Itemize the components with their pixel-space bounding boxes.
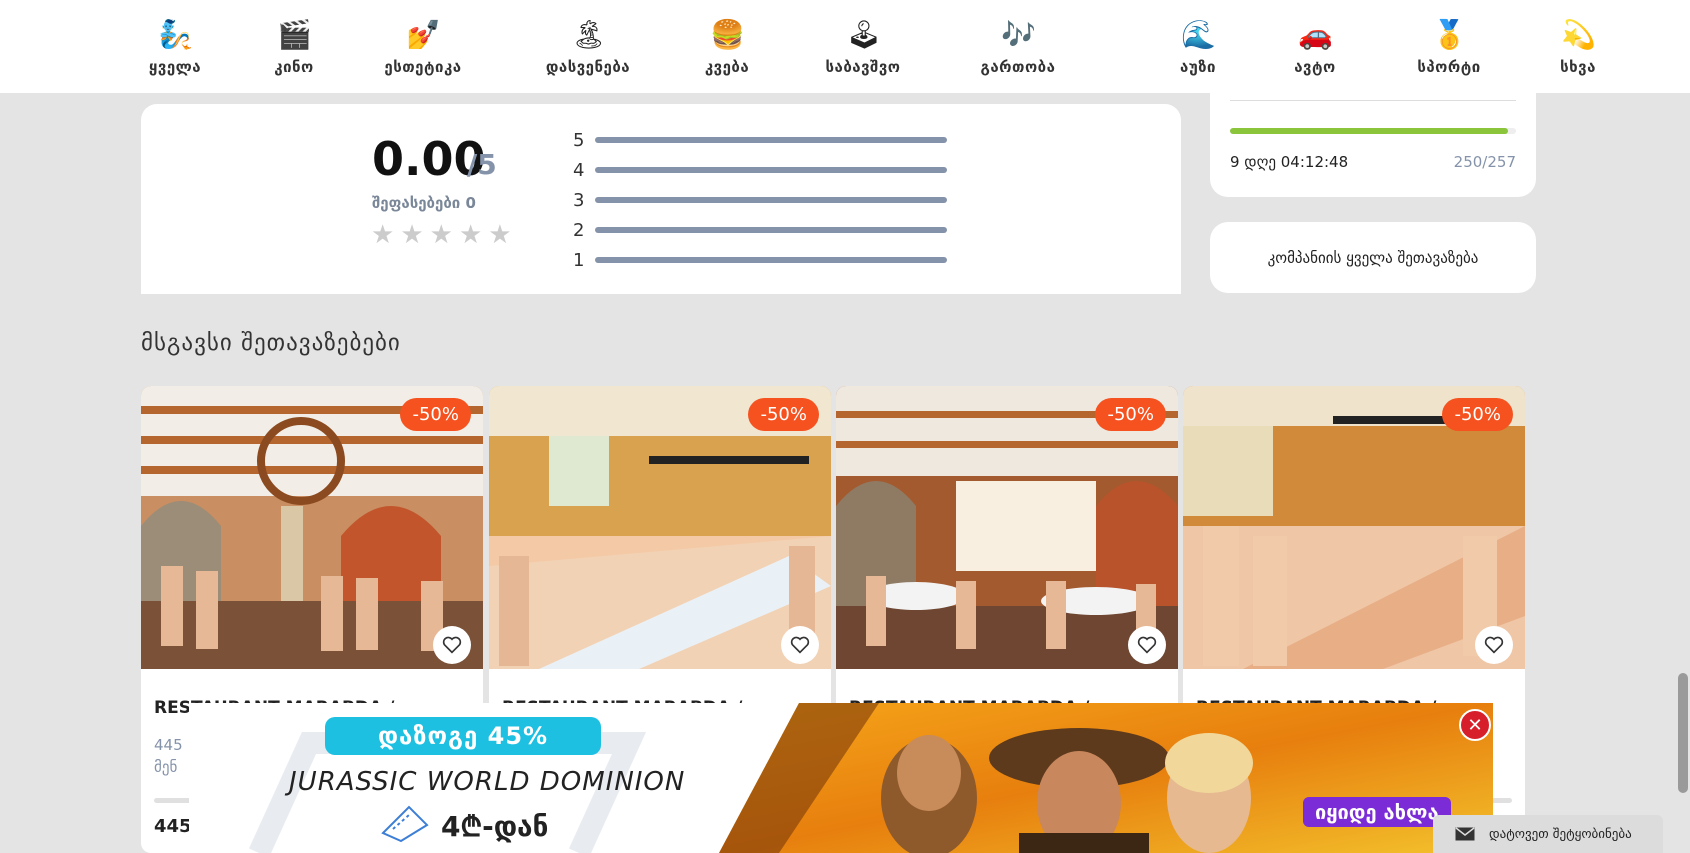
rating-max: /5 xyxy=(467,148,497,181)
music-notes-icon: 🎶 xyxy=(1001,18,1036,51)
rating-bar xyxy=(595,167,947,173)
rating-bar-row: 1 xyxy=(573,245,947,275)
favorite-heart-icon[interactable] xyxy=(1128,626,1166,664)
close-icon[interactable]: ✕ xyxy=(1459,709,1491,741)
envelope-icon xyxy=(1455,827,1475,841)
section-title: მსგავსი შეთავაზებები xyxy=(141,330,401,356)
nav-item-auto[interactable]: 🚗 ავტო xyxy=(1285,18,1345,76)
movie-title: JURASSIC WORLD DOMINION xyxy=(289,767,686,797)
nav-item-aesthetics[interactable]: 💅 ესთეტიკა xyxy=(378,18,468,76)
star-icon[interactable]: ★ xyxy=(400,222,423,248)
nav-item-label: სხვა xyxy=(1560,58,1596,76)
rating-bar xyxy=(595,137,947,143)
rating-bar-label: 2 xyxy=(573,219,585,241)
sold-progress-fill xyxy=(1230,128,1509,134)
scrollbar-thumb[interactable] xyxy=(1678,673,1688,793)
nav-item-sport[interactable]: 🥇 სპორტი xyxy=(1404,18,1494,76)
clapperboard-icon: 🎬 xyxy=(277,18,312,51)
rating-bar-row: 4 xyxy=(573,155,947,185)
rating-bar xyxy=(595,197,947,203)
page-scrollbar[interactable] xyxy=(1676,93,1690,853)
ad-price: 4₾-დან xyxy=(441,810,549,843)
star-icon[interactable]: ★ xyxy=(430,222,453,248)
nail-polish-icon: 💅 xyxy=(406,18,441,51)
movie-poster[interactable] xyxy=(719,703,1493,853)
nav-item-label: აუზი xyxy=(1180,58,1216,76)
star-icon[interactable]: ★ xyxy=(459,222,482,248)
sold-count: 250/257 xyxy=(1453,153,1516,171)
rating-bar-label: 4 xyxy=(573,159,585,181)
nav-item-label: ყველა xyxy=(148,58,202,76)
divider xyxy=(1230,100,1516,101)
discount-badge: -50% xyxy=(748,398,819,431)
nav-item-kids[interactable]: 🕹 საბავშვო xyxy=(813,18,913,76)
rating-bar-label: 1 xyxy=(573,249,585,271)
leave-message-button[interactable]: დატოვეთ შეტყობინება xyxy=(1433,815,1663,853)
rating-bar-row: 2 xyxy=(573,215,947,245)
star-icon[interactable]: ★ xyxy=(371,222,394,248)
star-rating[interactable]: ★ ★ ★ ★ ★ xyxy=(371,222,512,248)
favorite-heart-icon[interactable] xyxy=(781,626,819,664)
favorite-heart-icon[interactable] xyxy=(1475,626,1513,664)
nav-item-cinema[interactable]: 🎬 კინო xyxy=(264,18,324,76)
rating-bar-label: 5 xyxy=(573,129,585,151)
promo-banner[interactable]: დაზოგე 45% JURASSIC WORLD DOMINION 4₾-და… xyxy=(189,703,1493,853)
nav-item-label: დასვენება xyxy=(545,58,631,76)
rating-bar xyxy=(595,257,947,263)
rating-summary-card: 0.00 /5 შეფასებები 0 ★ ★ ★ ★ ★ 5 4 3 2 1 xyxy=(141,104,1181,294)
discount-badge: -50% xyxy=(400,398,471,431)
favorite-heart-icon[interactable] xyxy=(433,626,471,664)
rating-count: შეფასებები 0 xyxy=(372,194,476,212)
nav-item-vacation[interactable]: 🏝 დასვენება xyxy=(538,18,638,76)
wave-icon: 🌊 xyxy=(1181,18,1216,51)
ticket-icon xyxy=(381,805,429,843)
nav-item-food[interactable]: 🍔 კვება xyxy=(697,18,757,76)
offer-price: 445 xyxy=(154,816,192,837)
medal-icon: 🥇 xyxy=(1432,18,1467,51)
nav-item-pool[interactable]: 🌊 აუზი xyxy=(1168,18,1228,76)
discount-tag: დაზოგე 45% xyxy=(325,717,601,755)
rating-bar-row: 3 xyxy=(573,185,947,215)
nav-item-label: კინო xyxy=(274,58,314,76)
dizzy-star-icon: 💫 xyxy=(1561,18,1596,51)
nav-item-other[interactable]: 💫 სხვა xyxy=(1548,18,1608,76)
discount-badge: -50% xyxy=(1095,398,1166,431)
nav-item-label: ესთეტიკა xyxy=(384,58,462,76)
palm-island-icon: 🏝 xyxy=(571,18,607,51)
nav-item-label: გართობა xyxy=(980,58,1056,76)
rating-bar xyxy=(595,227,947,233)
star-icon[interactable]: ★ xyxy=(488,222,511,248)
burger-icon: 🍔 xyxy=(710,18,745,51)
genie-icon: 🧞 xyxy=(158,18,193,51)
offer-timer-card: 9 დღე 04:12:48 250/257 xyxy=(1210,80,1536,197)
nav-item-entertainment[interactable]: 🎶 გართობა xyxy=(968,18,1068,76)
buy-now-button[interactable]: იყიდე ახლა xyxy=(1303,797,1451,827)
nav-item-label: ავტო xyxy=(1294,58,1336,76)
nav-item-label: სპორტი xyxy=(1417,58,1481,76)
discount-badge: -50% xyxy=(1442,398,1513,431)
joystick-icon: 🕹 xyxy=(846,18,882,51)
rating-bar-row: 5 xyxy=(573,125,947,155)
nav-item-all[interactable]: 🧞 ყველა xyxy=(145,18,205,76)
nav-item-label: კვება xyxy=(704,58,750,76)
leave-message-label: დატოვეთ შეტყობინება xyxy=(1489,826,1632,842)
car-icon: 🚗 xyxy=(1298,18,1333,51)
sold-progress-bar xyxy=(1230,128,1516,134)
rating-bar-label: 3 xyxy=(573,189,585,211)
all-company-offers-button[interactable]: კომპანიის ყველა შეთავაზება xyxy=(1210,222,1536,293)
nav-item-label: საბავშვო xyxy=(825,58,901,76)
countdown-timer: 9 დღე 04:12:48 xyxy=(1230,153,1349,171)
